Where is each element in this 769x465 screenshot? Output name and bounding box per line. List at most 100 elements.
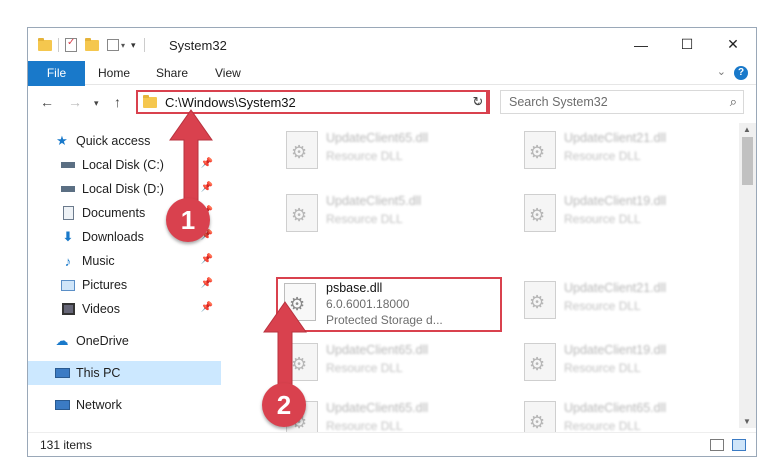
pictures-icon bbox=[60, 277, 76, 293]
documents-icon bbox=[60, 205, 76, 221]
view-options-icon[interactable] bbox=[107, 39, 119, 51]
customize-toolbar-icon[interactable]: ▾ bbox=[131, 40, 136, 51]
sidebar-item-pictures[interactable]: Pictures 📌 bbox=[28, 273, 221, 297]
scroll-up-icon[interactable]: ▲ bbox=[743, 125, 751, 134]
vertical-scrollbar[interactable]: ▲ ▼ bbox=[739, 123, 756, 428]
star-icon: ★ bbox=[56, 133, 68, 148]
download-icon: ⬇ bbox=[62, 229, 74, 244]
pin-icon[interactable]: 📌 bbox=[201, 302, 213, 313]
file-item[interactable]: UpdateClient5.dll Resource DLL bbox=[276, 186, 506, 240]
tab-view[interactable]: View bbox=[205, 61, 251, 85]
drive-icon bbox=[60, 157, 76, 173]
step-badge-2: 2 bbox=[262, 383, 306, 427]
file-name: UpdateClient19.dll bbox=[564, 343, 667, 357]
file-type: Resource DLL bbox=[326, 149, 403, 163]
tab-share[interactable]: Share bbox=[146, 61, 198, 85]
file-name: UpdateClient19.dll bbox=[564, 194, 667, 208]
close-button[interactable]: ✕ bbox=[710, 28, 756, 61]
sidebar-item-label: Pictures bbox=[82, 278, 128, 292]
file-type: Resource DLL bbox=[326, 212, 403, 226]
scroll-down-icon[interactable]: ▼ bbox=[743, 417, 751, 426]
back-icon[interactable]: ← bbox=[40, 94, 54, 110]
dll-file-icon bbox=[286, 131, 318, 169]
file-type: Resource DLL bbox=[564, 149, 641, 163]
file-type: Resource DLL bbox=[564, 299, 641, 313]
dll-file-icon bbox=[524, 194, 556, 232]
sidebar-item-label: Quick access bbox=[76, 134, 151, 148]
file-name: UpdateClient21.dll bbox=[564, 281, 667, 295]
sidebar-item-label: Local Disk (D:) bbox=[82, 182, 164, 196]
folder-icon bbox=[143, 94, 157, 108]
search-icon: ⌕ bbox=[729, 94, 737, 109]
file-name: UpdateClient65.dll bbox=[326, 343, 429, 357]
search-input[interactable]: Search System32 ⌕ bbox=[500, 90, 744, 114]
title-bar: ✓ ▾ ▾ System32 — ☐ ✕ bbox=[28, 28, 756, 61]
pin-icon[interactable]: 📌 bbox=[201, 254, 213, 265]
details-view-icon[interactable] bbox=[710, 439, 724, 451]
file-item[interactable]: UpdateClient65.dll Resource DLL bbox=[276, 335, 506, 389]
status-bar: 131 items bbox=[28, 432, 756, 456]
cloud-icon: ☁ bbox=[55, 333, 69, 348]
tab-home[interactable]: Home bbox=[88, 61, 140, 85]
forward-icon[interactable]: → bbox=[68, 94, 82, 110]
navigation-bar: ← → ▾ ↑ C:\Windows\System32 ⌄ ↻ Search S… bbox=[28, 86, 756, 120]
sidebar-item-label: Videos bbox=[82, 302, 120, 316]
dll-file-icon bbox=[286, 194, 318, 232]
videos-icon bbox=[60, 301, 76, 317]
recent-locations-icon[interactable]: ▾ bbox=[94, 98, 99, 109]
ribbon-tabs: File Home Share View ⌄ ? bbox=[28, 61, 756, 115]
minimize-button[interactable]: — bbox=[618, 28, 664, 61]
up-icon[interactable]: ↑ bbox=[114, 94, 121, 110]
refresh-button[interactable]: ↻ bbox=[468, 90, 490, 114]
file-name: UpdateClient5.dll bbox=[326, 194, 422, 208]
pin-icon[interactable]: 📌 bbox=[201, 278, 213, 289]
annotation-arrow-2 bbox=[263, 301, 307, 391]
dll-file-icon bbox=[524, 343, 556, 381]
sidebar-item-label: Music bbox=[82, 254, 115, 268]
sidebar-item-label: Downloads bbox=[82, 230, 144, 244]
highlight-box bbox=[276, 277, 502, 332]
large-icons-view-icon[interactable] bbox=[732, 439, 746, 451]
sidebar-item-label: Local Disk (C:) bbox=[82, 158, 164, 172]
file-item[interactable]: UpdateClient65.dll Resource DLL bbox=[276, 393, 506, 433]
file-explorer-window: ✓ ▾ ▾ System32 — ☐ ✕ File Home Share Vie… bbox=[27, 27, 757, 457]
file-item[interactable]: UpdateClient19.dll Resource DLL bbox=[514, 335, 738, 389]
properties-icon[interactable]: ✓ bbox=[65, 37, 77, 52]
expand-ribbon-icon[interactable]: ⌄ bbox=[717, 65, 726, 78]
sidebar-item-label: This PC bbox=[76, 366, 121, 380]
new-folder-icon[interactable] bbox=[85, 37, 99, 51]
file-name: UpdateClient21.dll bbox=[564, 131, 667, 145]
window-title: System32 bbox=[169, 38, 227, 53]
maximize-button[interactable]: ☐ bbox=[664, 28, 710, 61]
help-icon[interactable]: ? bbox=[734, 66, 748, 80]
file-name: UpdateClient65.dll bbox=[326, 401, 429, 415]
file-item[interactable]: UpdateClient21.dll Resource DLL bbox=[514, 273, 738, 327]
sidebar-item-music[interactable]: ♪ Music 📌 bbox=[28, 249, 221, 273]
file-type: Resource DLL bbox=[564, 361, 641, 375]
sidebar-item-label: Documents bbox=[82, 206, 146, 220]
sidebar-item-this-pc[interactable]: This PC bbox=[28, 361, 221, 385]
item-count: 131 items bbox=[40, 438, 93, 452]
sidebar-item-videos[interactable]: Videos 📌 bbox=[28, 297, 221, 321]
file-name: UpdateClient65.dll bbox=[564, 401, 667, 415]
sidebar-item-network[interactable]: Network bbox=[28, 393, 221, 417]
music-icon: ♪ bbox=[64, 253, 72, 269]
file-item[interactable]: UpdateClient65.dll Resource DLL bbox=[514, 393, 738, 433]
step-badge-1: 1 bbox=[166, 198, 210, 242]
dll-file-icon bbox=[524, 281, 556, 319]
scrollbar-thumb[interactable] bbox=[742, 137, 753, 185]
sidebar-item-label: Network bbox=[76, 398, 122, 412]
folder-icon[interactable] bbox=[38, 37, 52, 51]
file-type: Resource DLL bbox=[326, 419, 403, 433]
file-type: Resource DLL bbox=[564, 212, 641, 226]
search-placeholder: Search System32 bbox=[509, 95, 608, 109]
dll-file-icon bbox=[524, 131, 556, 169]
file-item[interactable]: UpdateClient21.dll Resource DLL bbox=[514, 123, 738, 177]
file-item[interactable]: UpdateClient19.dll Resource DLL bbox=[514, 186, 738, 240]
network-icon bbox=[54, 397, 70, 413]
file-name: UpdateClient65.dll bbox=[326, 131, 429, 145]
chevron-down-icon[interactable]: ▾ bbox=[121, 41, 125, 50]
sidebar-item-onedrive[interactable]: ☁ OneDrive bbox=[28, 329, 221, 353]
sidebar-item-label: OneDrive bbox=[76, 334, 129, 348]
file-item[interactable]: UpdateClient65.dll Resource DLL bbox=[276, 123, 506, 177]
